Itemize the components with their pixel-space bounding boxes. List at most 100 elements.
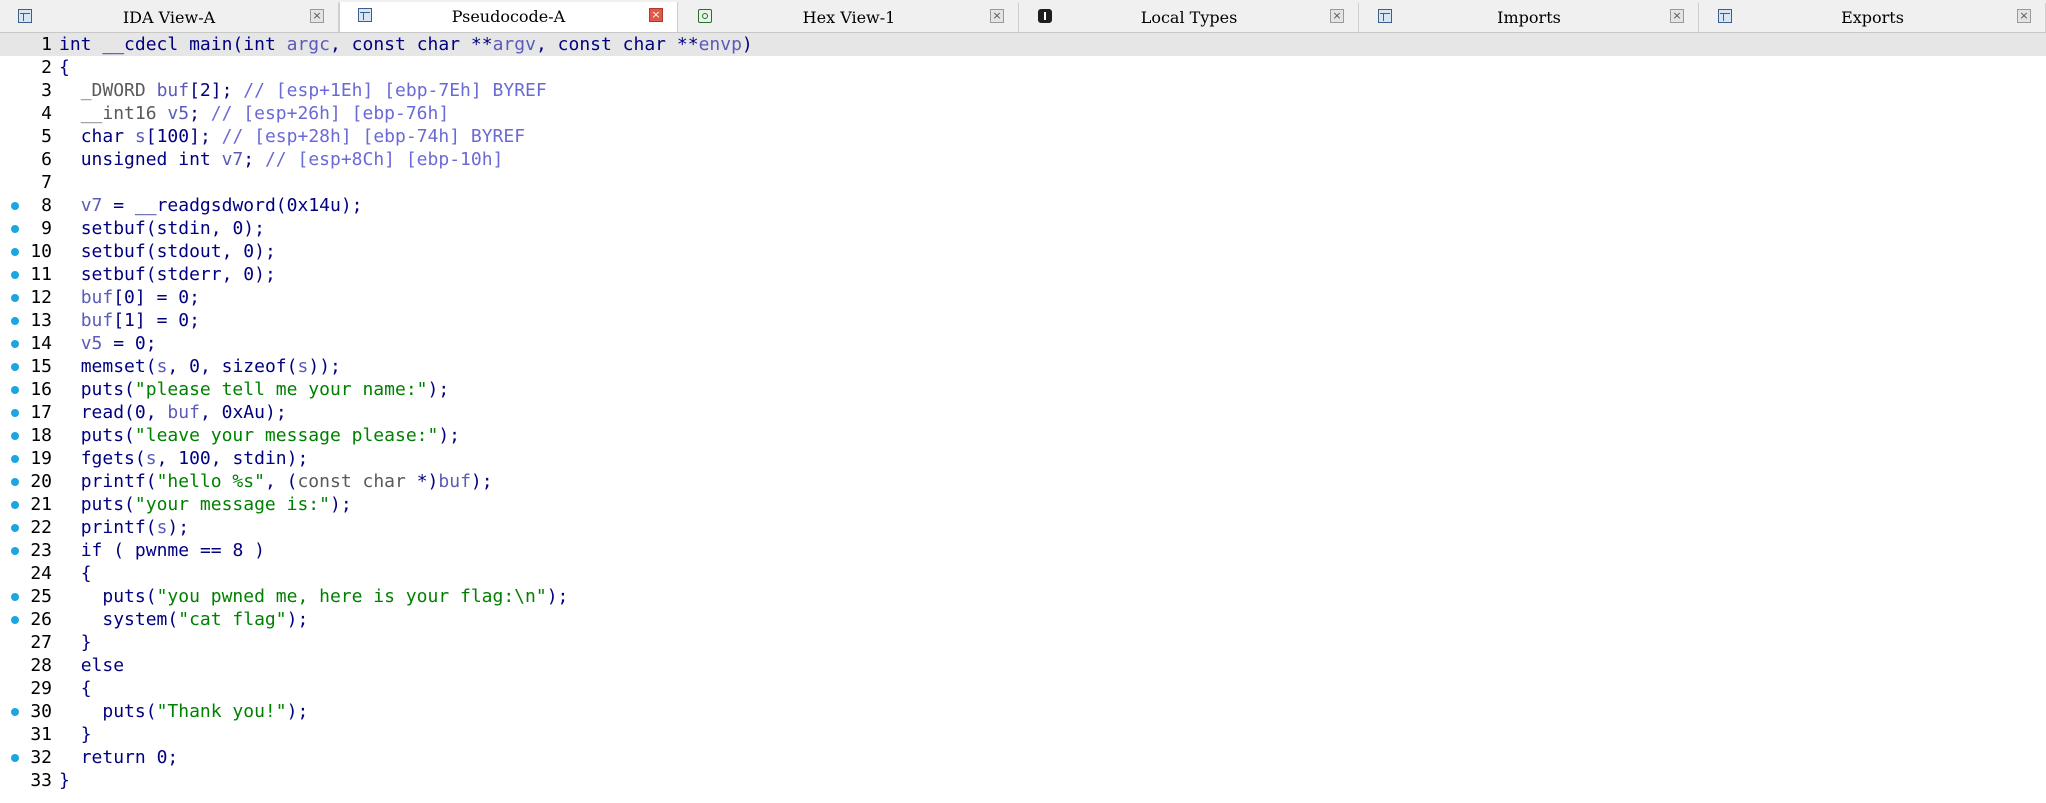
code-line[interactable]: 32 return 0;: [0, 746, 2046, 769]
code-text: int __cdecl main(int argc, const char **…: [59, 34, 753, 55]
breakpoint-dot[interactable]: [11, 409, 19, 417]
code-line[interactable]: 15 memset(s, 0, sizeof(s));: [0, 355, 2046, 378]
code-line[interactable]: 8 v7 = __readgsdword(0x14u);: [0, 194, 2046, 217]
code-line[interactable]: 24 {: [0, 562, 2046, 585]
code-line[interactable]: 20 printf("hello %s", (const char *)buf)…: [0, 470, 2046, 493]
code-line[interactable]: 16 puts("please tell me your name:");: [0, 378, 2046, 401]
line-number: 29: [30, 678, 52, 699]
code-line[interactable]: 1 int __cdecl main(int argc, const char *…: [0, 33, 2046, 56]
code-line[interactable]: 19 fgets(s, 100, stdin);: [0, 447, 2046, 470]
breakpoint-dot[interactable]: [11, 294, 19, 302]
breakpoint-dot[interactable]: [11, 363, 19, 371]
tab-hex-view-1[interactable]: Hex View-1 ×: [680, 3, 1019, 32]
code-text: setbuf(stdout, 0);: [80, 241, 276, 262]
code-line[interactable]: 14 v5 = 0;: [0, 332, 2046, 355]
code-line[interactable]: 3 _DWORD buf[2]; // [esp+1Eh] [ebp-7Eh] …: [0, 79, 2046, 102]
breakpoint-dot[interactable]: [11, 317, 19, 325]
code-text: setbuf(stderr, 0);: [80, 264, 276, 285]
code-line[interactable]: 25 puts("you pwned me, here is your flag…: [0, 585, 2046, 608]
code-text: return 0;: [80, 747, 179, 768]
code-line[interactable]: 10 setbuf(stdout, 0);: [0, 240, 2046, 263]
line-number: 15: [30, 356, 52, 377]
code-line[interactable]: 27 }: [0, 631, 2046, 654]
breakpoint-dot[interactable]: [11, 754, 19, 762]
close-icon[interactable]: ×: [1670, 9, 1684, 23]
line-number: 28: [30, 655, 52, 676]
line-number: 19: [30, 448, 52, 469]
code-line[interactable]: 2{: [0, 56, 2046, 79]
close-icon[interactable]: ×: [649, 8, 663, 22]
code-text: setbuf(stdin, 0);: [80, 218, 265, 239]
breakpoint-dot[interactable]: [11, 202, 19, 210]
tab-imports[interactable]: Imports ×: [1360, 3, 1699, 32]
code-text: v5 = 0;: [80, 333, 157, 354]
code-line[interactable]: 30 puts("Thank you!");: [0, 700, 2046, 723]
breakpoint-dot[interactable]: [11, 501, 19, 509]
close-icon[interactable]: ×: [990, 9, 1004, 23]
tab-ida-view-a[interactable]: IDA View-A ×: [0, 3, 339, 32]
code-text: }: [59, 770, 70, 791]
code-line[interactable]: 17 read(0, buf, 0xAu);: [0, 401, 2046, 424]
line-number: 20: [30, 471, 52, 492]
code-text: unsigned int v7; // [esp+8Ch] [ebp-10h]: [80, 149, 504, 170]
close-icon[interactable]: ×: [1330, 9, 1344, 23]
code-line[interactable]: 7: [0, 171, 2046, 194]
breakpoint-dot[interactable]: [11, 708, 19, 716]
line-number: 22: [30, 517, 52, 538]
code-line[interactable]: 21 puts("your message is:");: [0, 493, 2046, 516]
code-text: puts("you pwned me, here is your flag:\n…: [102, 586, 569, 607]
line-number: 31: [30, 724, 52, 745]
line-number: 21: [30, 494, 52, 515]
tab-exports[interactable]: Exports ×: [1700, 3, 2046, 32]
tab-label: IDA View-A: [122, 8, 216, 27]
code-line[interactable]: 11 setbuf(stderr, 0);: [0, 263, 2046, 286]
breakpoint-dot[interactable]: [11, 432, 19, 440]
breakpoint-dot[interactable]: [11, 271, 19, 279]
code-line[interactable]: 26 system("cat flag");: [0, 608, 2046, 631]
line-number: 17: [30, 402, 52, 423]
code-line[interactable]: 28 else: [0, 654, 2046, 677]
code-line[interactable]: 23 if ( pwnme == 8 ): [0, 539, 2046, 562]
close-icon[interactable]: ×: [2017, 9, 2031, 23]
code-text: }: [80, 632, 92, 653]
table-icon: [358, 8, 372, 22]
breakpoint-dot[interactable]: [11, 616, 19, 624]
breakpoint-dot[interactable]: [11, 225, 19, 233]
code-line[interactable]: 22 printf(s);: [0, 516, 2046, 539]
breakpoint-dot[interactable]: [11, 248, 19, 256]
code-text: system("cat flag");: [102, 609, 309, 630]
code-line[interactable]: 6 unsigned int v7; // [esp+8Ch] [ebp-10h…: [0, 148, 2046, 171]
code-line[interactable]: 29 {: [0, 677, 2046, 700]
line-number: 33: [30, 770, 52, 791]
code-line[interactable]: 18 puts("leave your message please:");: [0, 424, 2046, 447]
breakpoint-dot[interactable]: [11, 547, 19, 555]
code-line[interactable]: 9 setbuf(stdin, 0);: [0, 217, 2046, 240]
code-line[interactable]: 12 buf[0] = 0;: [0, 286, 2046, 309]
tab-local-types[interactable]: Local Types ×: [1020, 3, 1359, 32]
line-number: 9: [41, 218, 52, 239]
breakpoint-dot[interactable]: [11, 455, 19, 463]
line-number: 23: [30, 540, 52, 561]
breakpoint-dot[interactable]: [11, 524, 19, 532]
code-line[interactable]: 31 }: [0, 723, 2046, 746]
tab-pseudocode-a[interactable]: Pseudocode-A ×: [339, 2, 678, 32]
code-text: {: [80, 678, 92, 699]
hex-icon: [698, 9, 712, 23]
code-text: memset(s, 0, sizeof(s));: [80, 356, 341, 377]
code-line[interactable]: 33}: [0, 769, 2046, 792]
breakpoint-dot[interactable]: [11, 340, 19, 348]
tab-bar: IDA View-A × Pseudocode-A × Hex View-1 ×…: [0, 0, 2046, 33]
code-text: buf[0] = 0;: [80, 287, 200, 308]
breakpoint-dot[interactable]: [11, 386, 19, 394]
pseudocode-view[interactable]: 1 int __cdecl main(int argc, const char *…: [0, 33, 2046, 803]
breakpoint-dot[interactable]: [11, 593, 19, 601]
line-number: 8: [41, 195, 52, 216]
code-text: puts("leave your message please:");: [80, 425, 461, 446]
line-number: 32: [30, 747, 52, 768]
close-icon[interactable]: ×: [310, 9, 324, 23]
code-line[interactable]: 13 buf[1] = 0;: [0, 309, 2046, 332]
code-line[interactable]: 5 char s[100]; // [esp+28h] [ebp-74h] BY…: [0, 125, 2046, 148]
breakpoint-dot[interactable]: [11, 478, 19, 486]
table-icon: [1378, 9, 1392, 23]
code-line[interactable]: 4 __int16 v5; // [esp+26h] [ebp-76h]: [0, 102, 2046, 125]
